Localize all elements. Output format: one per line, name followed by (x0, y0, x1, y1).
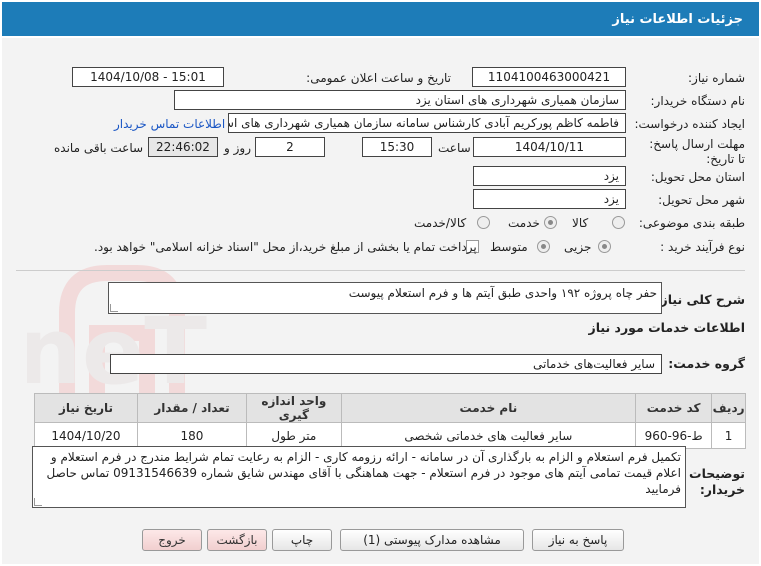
need-number-field: 1104100463000421 (472, 67, 626, 87)
need-number-label: شماره نیاز: (688, 71, 745, 85)
category-option-goods-service: کالا/خدمت (414, 216, 467, 230)
divider (16, 270, 745, 271)
deadline-time-field: 15:30 (362, 137, 432, 157)
process-option-minor: جزیی (564, 240, 592, 254)
description-label: شرح کلی نیاز: (655, 292, 745, 307)
page-header: جزئیات اطلاعات نیاز (2, 2, 759, 36)
services-section-title: اطلاعات خدمات مورد نیاز (588, 320, 746, 335)
announce-field: 1404/10/08 - 15:01 (72, 67, 224, 87)
cell-name: سایر فعالیت های خدماتی شخصی (340, 422, 637, 449)
col-unit: واحد اندازه گیری (246, 393, 342, 423)
deadline-date-field: 1404/10/11 (473, 137, 626, 157)
exit-button[interactable]: خروج (142, 529, 202, 551)
announce-label: تاریخ و ساعت اعلان عمومی: (306, 71, 451, 85)
description-field: حفر چاه پروژه ۱۹۲ واحدی طبق آیتم ها و فر… (108, 282, 662, 314)
category-label: طبقه بندی موضوعی: (638, 216, 745, 230)
attachments-button[interactable]: مشاهده مدارک پیوستی (1) (340, 529, 524, 551)
city-field: یزد (473, 189, 626, 209)
table-row: 1 ط-96-960 سایر فعالیت های خدماتی شخصی م… (34, 422, 746, 449)
category-option-goods: کالا (572, 216, 589, 230)
buyer-notes-label-2: خریدار: (699, 482, 745, 497)
payment-note: پرداخت تمام یا بخشی از مبلغ خرید،از محل … (94, 240, 477, 254)
category-radio-service[interactable] (544, 216, 557, 229)
table-header-row: ردیف کد خدمت نام خدمت واحد اندازه گیری ت… (34, 393, 746, 423)
contact-info-link[interactable]: اطلاعات تماس خریدار (114, 117, 225, 131)
col-code: کد خدمت (635, 393, 713, 423)
col-qty: تعداد / مقدار (136, 393, 248, 423)
resize-grip[interactable] (34, 498, 42, 506)
province-label: استان محل تحویل: (650, 170, 745, 184)
cell-qty: 180 (136, 422, 248, 449)
col-date: تاریخ نیاز (34, 393, 138, 423)
service-group-field: سایر فعالیت‌های خدماتی (110, 354, 662, 374)
description-text: حفر چاه پروژه ۱۹۲ واحدی طبق آیتم ها و فر… (348, 286, 657, 300)
col-row: ردیف (711, 393, 746, 423)
process-label: نوع فرآیند خرید : (660, 240, 745, 254)
reply-button[interactable]: پاسخ به نیاز (532, 529, 624, 551)
buyer-field: سازمان همیاری شهرداری های استان یزد (174, 90, 626, 110)
category-radio-goods[interactable] (612, 216, 625, 229)
buyer-notes-label-1: توضیحات (689, 466, 745, 481)
services-table: ردیف کد خدمت نام خدمت واحد اندازه گیری ت… (34, 393, 746, 449)
back-button[interactable]: بازگشت (207, 529, 267, 551)
page-title: جزئیات اطلاعات نیاز (612, 11, 743, 27)
deadline-time-label: ساعت (438, 141, 471, 155)
print-button[interactable]: چاپ (272, 529, 332, 551)
resize-grip[interactable] (110, 304, 118, 312)
province-field: یزد (473, 166, 626, 186)
category-option-service: خدمت (508, 216, 540, 230)
remaining-time-field: 22:46:02 (148, 137, 218, 157)
process-radio-medium[interactable] (537, 240, 550, 253)
buyer-label: نام دستگاه خریدار: (650, 94, 746, 108)
remaining-label: ساعت باقی مانده (54, 141, 144, 155)
creator-label: ایجاد کننده درخواست: (634, 117, 745, 131)
cell-row: 1 (711, 422, 746, 449)
deadline-label: مهلت ارسال پاسخ: تا تاریخ: (649, 137, 745, 166)
col-name: نام خدمت (340, 393, 637, 423)
category-radio-goods-service[interactable] (477, 216, 490, 229)
buyer-notes-text: تکمیل فرم استعلام و الزام به بارگذاری آن… (46, 450, 681, 496)
details-panel: AriaTender.neT شماره نیاز: 1104100463000… (2, 38, 759, 564)
cell-date: 1404/10/20 (34, 422, 138, 449)
days-label: روز و (224, 141, 251, 155)
days-field: 2 (255, 137, 325, 157)
buyer-notes-field: تکمیل فرم استعلام و الزام به بارگذاری آن… (32, 446, 686, 508)
cell-code: ط-96-960 (635, 422, 713, 449)
service-group-label: گروه خدمت: (668, 356, 745, 371)
cell-unit: متر طول (246, 422, 342, 449)
process-radio-minor[interactable] (598, 240, 611, 253)
process-option-medium: متوسط (490, 240, 528, 254)
city-label: شهر محل تحویل: (658, 193, 745, 207)
watermark-text: AriaTender.neT (27, 298, 207, 405)
creator-field: فاطمه کاظم پورکریم آبادی کارشناس سامانه … (228, 113, 626, 133)
